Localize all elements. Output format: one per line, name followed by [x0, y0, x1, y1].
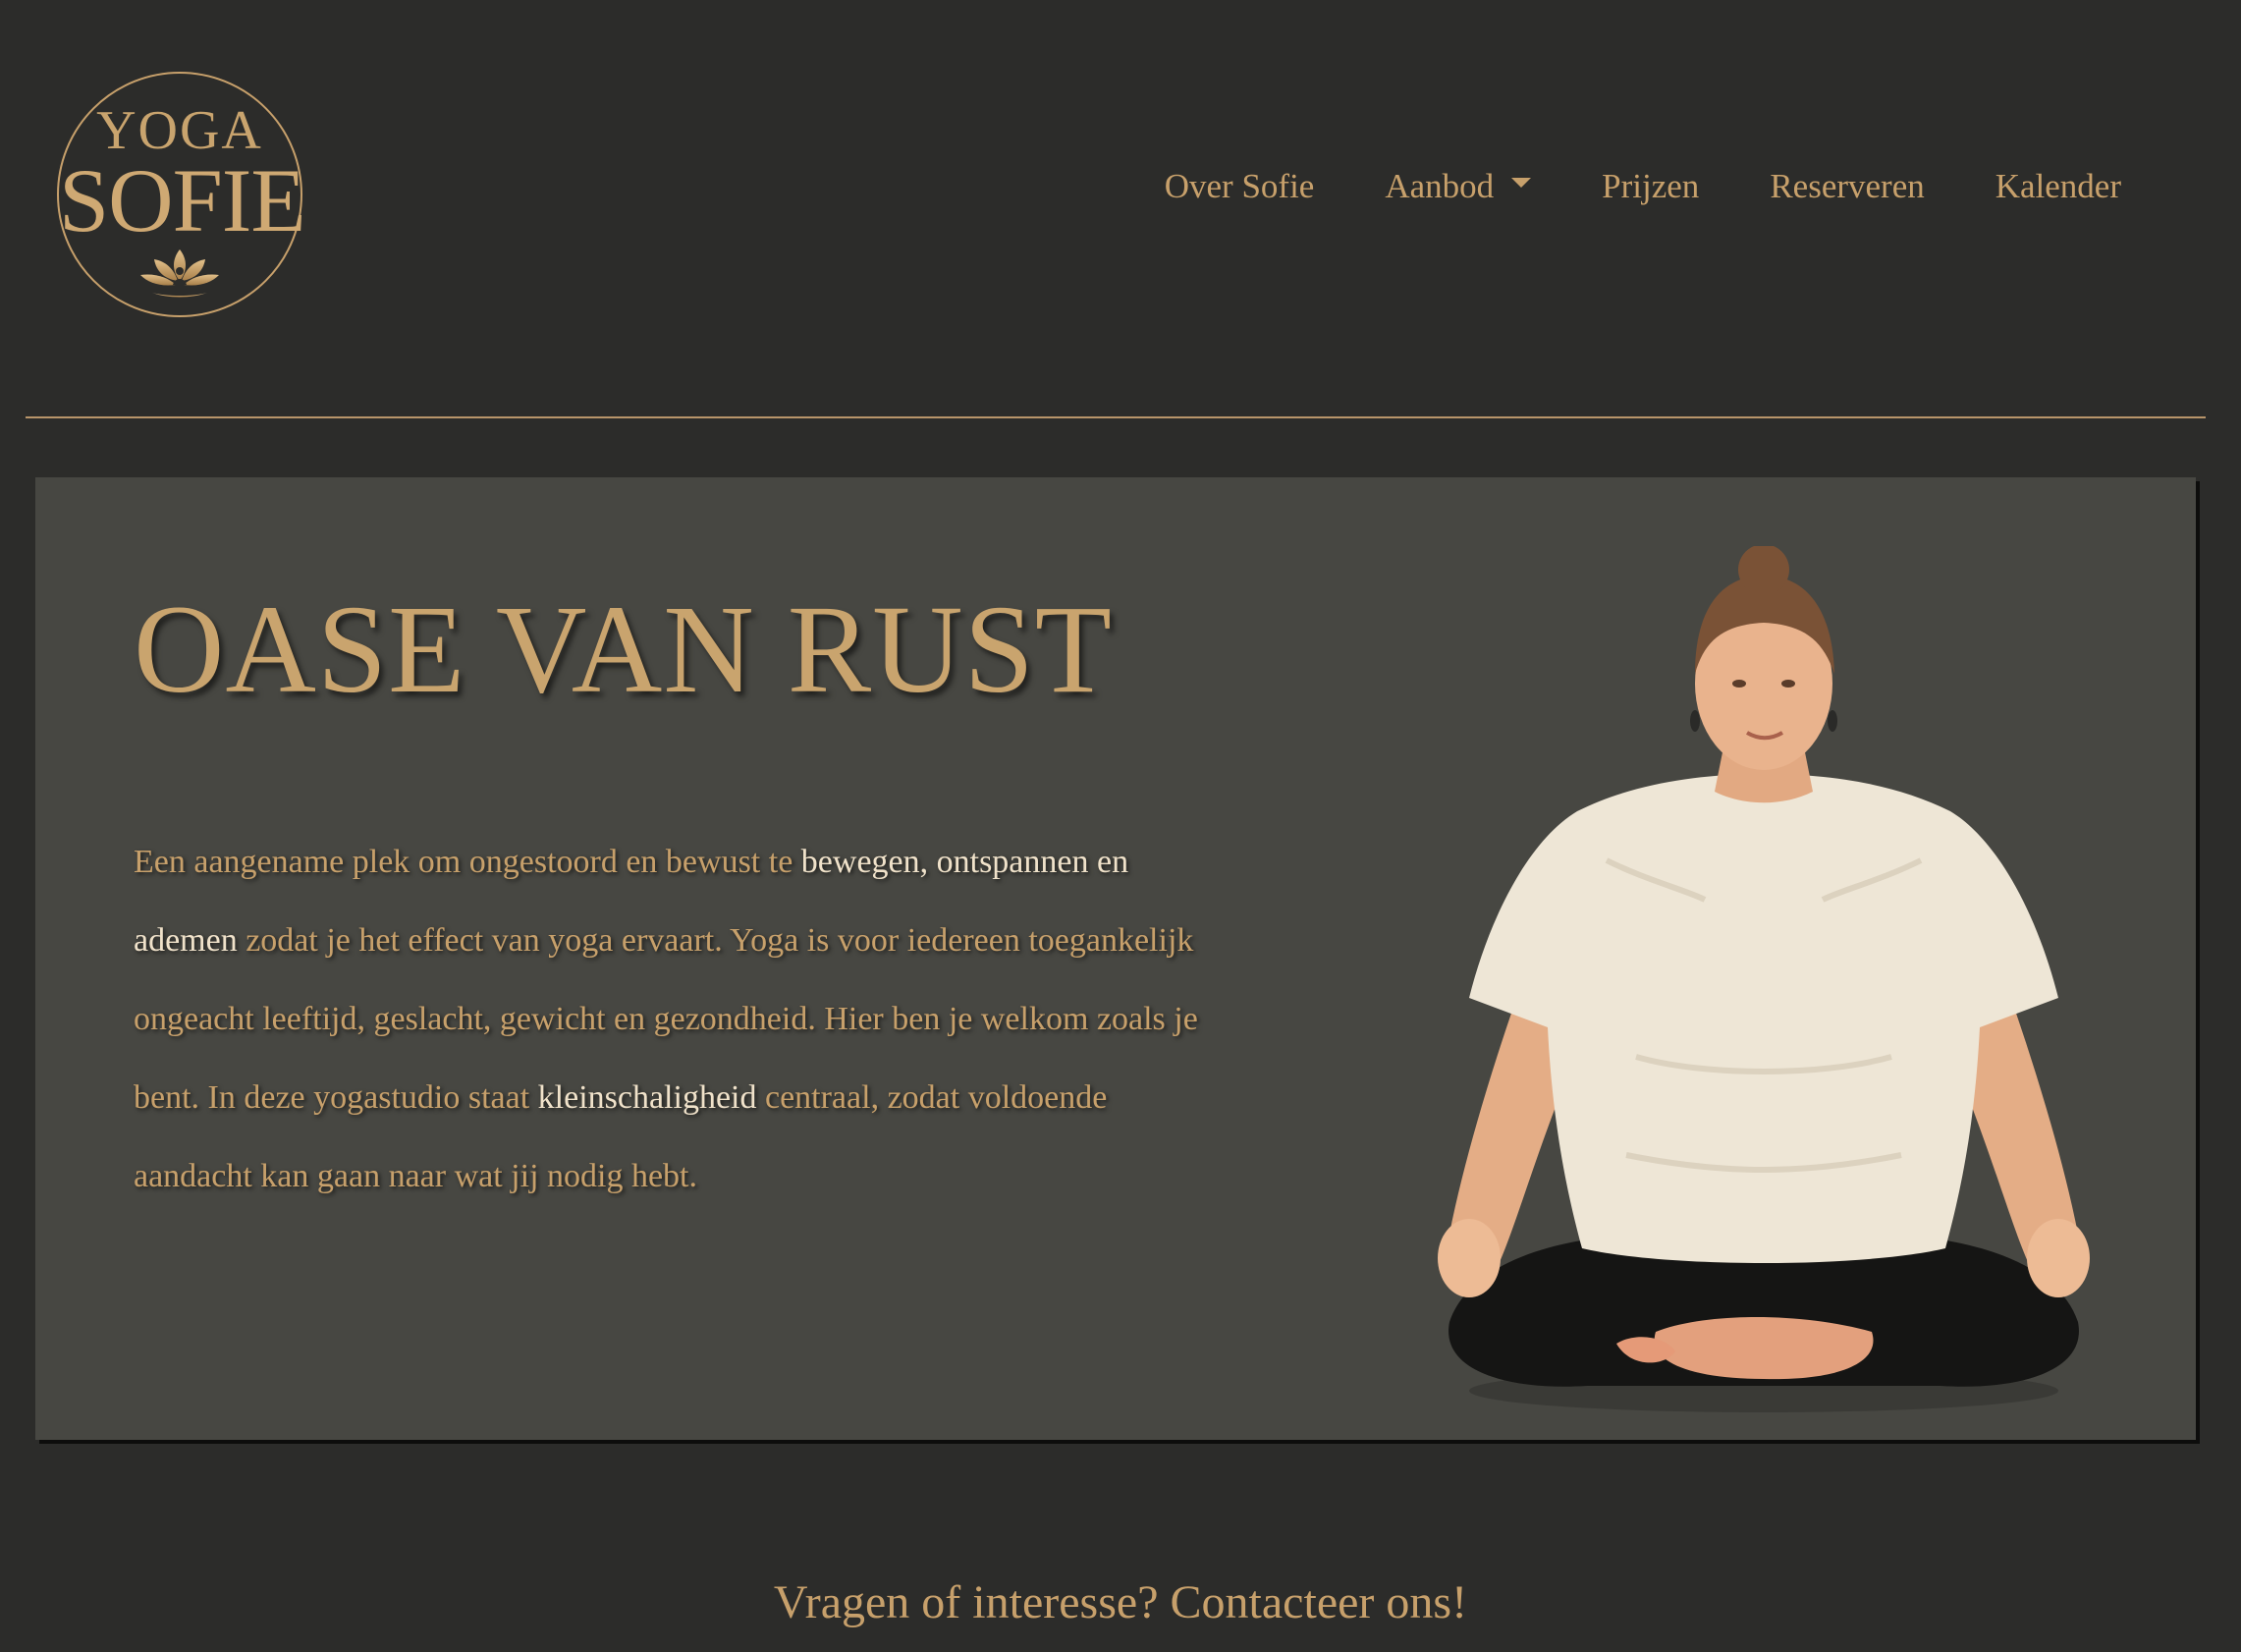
nav-item-prijzen[interactable]: Prijzen [1602, 167, 1699, 206]
nav-item-label: Over Sofie [1164, 167, 1315, 205]
nav-item-label: Reserveren [1770, 167, 1925, 205]
site-header: YOGA SOFIE Over Sofie Aanbod Prijzen Res… [0, 0, 2241, 418]
caret-down-icon [1511, 178, 1532, 188]
nav-item-aanbod[interactable]: Aanbod [1385, 167, 1532, 206]
nav-item-label: Aanbod [1385, 167, 1495, 205]
meditating-woman-photo [1438, 546, 2090, 1412]
nav-item-label: Kalender [1995, 167, 2121, 205]
hero-text-part: Een aangename plek om ongestoord en bewu… [134, 844, 801, 880]
nav-item-reserveren[interactable]: Reserveren [1770, 167, 1924, 206]
lotus-buddha-icon [140, 249, 219, 298]
hero-text-highlight: kleinschaligheid [537, 1079, 757, 1116]
site-logo[interactable]: YOGA SOFIE [57, 72, 306, 317]
hero-description: Een aangename plek om ongestoord en bewu… [134, 823, 1224, 1216]
hero-card: OASE VAN RUST Een aangename plek om onge… [35, 477, 2196, 1440]
main-nav: Over Sofie Aanbod Prijzen Reserveren Kal… [1094, 167, 2121, 206]
header-divider [26, 416, 2206, 418]
hero-title: OASE VAN RUST [134, 579, 1113, 719]
contact-cta[interactable]: Vragen of interesse? Contacteer ons! [0, 1575, 2241, 1629]
nav-item-over-sofie[interactable]: Over Sofie [1165, 167, 1315, 206]
logo-line-sofie: SOFIE [59, 150, 306, 250]
nav-item-kalender[interactable]: Kalender [1995, 167, 2121, 206]
nav-item-label: Prijzen [1602, 167, 1700, 205]
